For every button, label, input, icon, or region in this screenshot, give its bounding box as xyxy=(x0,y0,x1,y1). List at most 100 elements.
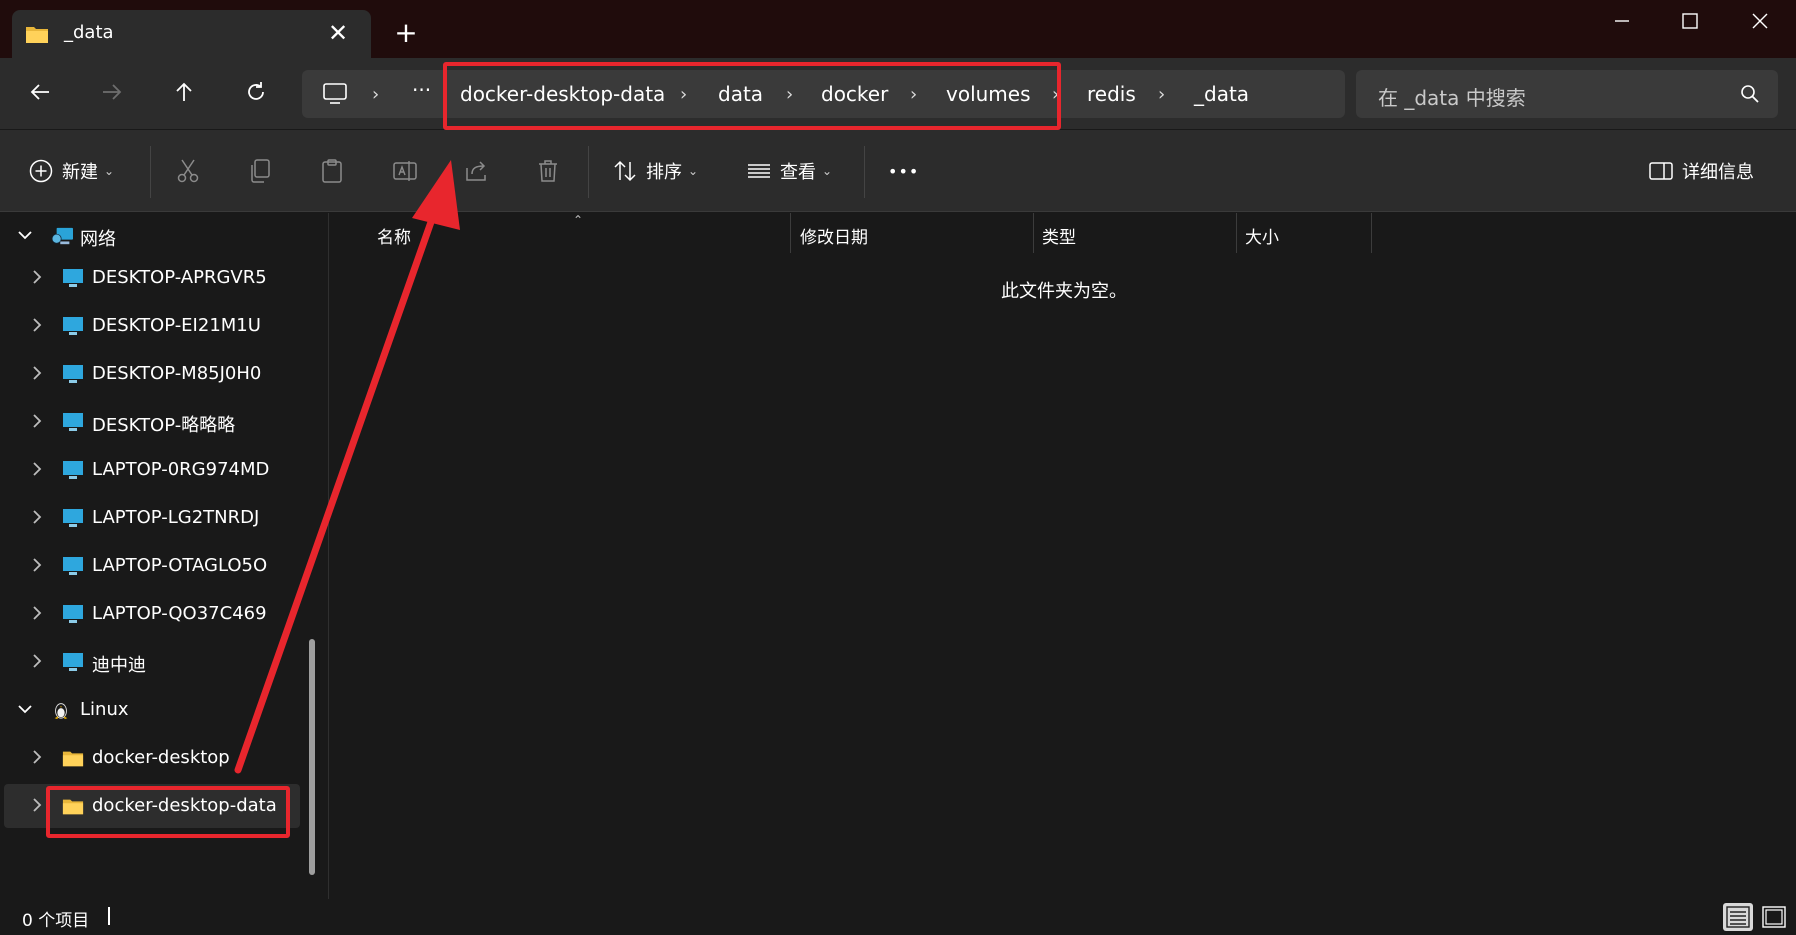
command-bar: 新建 ⌄ 排序 ⌄ 查看 ⌄ ••• 详细信息 xyxy=(0,130,1796,212)
tree-label-computer: DESKTOP-略略略 xyxy=(92,415,236,436)
chevron-right-icon[interactable] xyxy=(28,556,46,574)
tree-label-computer: DESKTOP-M85J0H0 xyxy=(92,363,262,384)
monitor-icon xyxy=(63,653,83,671)
refresh-button[interactable] xyxy=(236,72,276,112)
monitor-icon xyxy=(63,413,83,431)
tree-item-computer[interactable]: 迪中迪 xyxy=(4,640,300,684)
computer-icon xyxy=(323,83,347,104)
tree-item-linux[interactable]: Linux xyxy=(4,688,300,732)
clipboard-icon xyxy=(322,159,342,183)
forward-button[interactable] xyxy=(92,72,132,112)
column-divider[interactable] xyxy=(790,213,791,253)
file-list: ⌃ 名称 修改日期 类型 大小 此文件夹为空。 xyxy=(329,213,1796,899)
column-divider[interactable] xyxy=(1371,213,1372,253)
up-button[interactable] xyxy=(164,72,204,112)
tab-data[interactable]: _data ✕ xyxy=(12,10,371,58)
sort-icon xyxy=(614,160,636,182)
arrow-left-icon xyxy=(30,84,49,100)
column-header-name[interactable]: 名称 xyxy=(377,223,411,248)
tree-item-computer[interactable]: LAPTOP-QO37C469 xyxy=(4,592,300,636)
refresh-icon xyxy=(248,82,264,100)
chevron-right-icon[interactable] xyxy=(28,748,46,766)
share-icon xyxy=(466,161,486,181)
sort-label: 排序 xyxy=(646,162,682,183)
view-button[interactable]: 查看 ⌄ xyxy=(746,152,832,190)
close-tab-icon[interactable]: ✕ xyxy=(325,20,351,46)
tree-item-computer[interactable]: LAPTOP-0RG974MD xyxy=(4,448,300,492)
tree-item-computer[interactable]: DESKTOP-APRGVR5 xyxy=(4,256,300,300)
chevron-right-icon[interactable] xyxy=(28,316,46,334)
tree-label-computer: DESKTOP-EI21M1U xyxy=(92,315,261,336)
share-button[interactable] xyxy=(464,152,490,190)
rename-button[interactable] xyxy=(392,152,418,190)
view-lines-icon xyxy=(748,164,770,178)
column-header-type[interactable]: 类型 xyxy=(1042,223,1076,248)
new-tab-button[interactable]: + xyxy=(393,19,419,47)
item-count: 0 个项目 xyxy=(22,911,90,931)
chevron-right-icon[interactable] xyxy=(28,796,46,814)
tree-item-computer[interactable]: DESKTOP-EI21M1U xyxy=(4,304,300,348)
toolbar-divider xyxy=(150,146,151,198)
trash-icon xyxy=(539,160,557,182)
chevron-right-icon[interactable] xyxy=(28,652,46,670)
details-pane-icon xyxy=(1649,162,1673,180)
details-label: 详细信息 xyxy=(1682,162,1754,183)
column-divider[interactable] xyxy=(1033,213,1034,253)
tab-title: _data xyxy=(64,22,114,43)
details-pane-button[interactable]: 详细信息 xyxy=(1648,152,1754,190)
navpane-scrollbar[interactable] xyxy=(309,639,315,875)
maximize-icon[interactable] xyxy=(1668,8,1712,34)
chevron-right-icon[interactable] xyxy=(28,460,46,478)
tree-item-computer[interactable]: LAPTOP-LG2TNRDJ xyxy=(4,496,300,540)
chevron-right-icon[interactable] xyxy=(28,604,46,622)
tree-item-network[interactable]: 网络 xyxy=(4,214,300,258)
breadcrumb-data-current[interactable]: _data xyxy=(1194,82,1249,106)
sort-ascending-icon: ⌃ xyxy=(573,213,584,227)
monitor-icon xyxy=(63,509,83,527)
breadcrumb-redis[interactable]: redis xyxy=(1087,82,1136,106)
new-button[interactable]: 新建 ⌄ xyxy=(28,152,114,190)
chevron-down-icon[interactable] xyxy=(16,700,34,718)
monitor-icon xyxy=(63,269,83,287)
minimize-icon[interactable] xyxy=(1600,8,1644,34)
tree-item-docker-desktop[interactable]: docker-desktop xyxy=(4,736,300,780)
delete-button[interactable] xyxy=(536,152,560,190)
chevron-right-icon[interactable] xyxy=(28,508,46,526)
tree-label-docker-desktop: docker-desktop xyxy=(92,747,230,768)
details-view-icon[interactable] xyxy=(1723,903,1753,931)
annotation-highlight-address xyxy=(443,62,1061,130)
cut-button[interactable] xyxy=(176,152,200,190)
folder-icon xyxy=(62,751,84,767)
tree-item-computer[interactable]: DESKTOP-略略略 xyxy=(4,400,300,444)
network-icon xyxy=(51,227,73,245)
copy-button[interactable] xyxy=(248,152,272,190)
rename-icon xyxy=(393,161,417,181)
sort-button[interactable]: 排序 ⌄ xyxy=(612,152,698,190)
scissors-icon xyxy=(177,159,199,183)
toolbar-divider xyxy=(588,146,589,198)
breadcrumb-overflow[interactable]: ··· xyxy=(412,78,431,102)
column-divider[interactable] xyxy=(1236,213,1237,253)
plus-circle-icon xyxy=(29,159,53,183)
chevron-right-icon[interactable] xyxy=(28,364,46,382)
back-button[interactable] xyxy=(20,72,60,112)
column-header-date[interactable]: 修改日期 xyxy=(800,223,868,248)
tree-item-computer[interactable]: DESKTOP-M85J0H0 xyxy=(4,352,300,396)
tree-label-computer: DESKTOP-APRGVR5 xyxy=(92,267,267,288)
column-header-size[interactable]: 大小 xyxy=(1245,223,1279,248)
paste-button[interactable] xyxy=(320,152,344,190)
tree-item-computer[interactable]: LAPTOP-OTAGLO5O xyxy=(4,544,300,588)
title-bar: _data ✕ + xyxy=(0,0,1796,58)
chevron-right-icon[interactable] xyxy=(28,268,46,286)
close-window-icon[interactable] xyxy=(1738,8,1782,34)
search-icon[interactable] xyxy=(1740,84,1760,104)
chevron-down-icon[interactable] xyxy=(16,226,34,244)
search-placeholder: 在 _data 中搜索 xyxy=(1378,86,1526,110)
more-options-button[interactable]: ••• xyxy=(888,152,919,190)
status-divider xyxy=(108,907,110,925)
annotation-highlight-folder xyxy=(46,786,290,838)
search-box[interactable]: 在 _data 中搜索 xyxy=(1356,70,1778,118)
tiles-view-icon[interactable] xyxy=(1759,903,1789,931)
chevron-right-icon[interactable] xyxy=(28,412,46,430)
linux-penguin-icon xyxy=(54,703,68,720)
